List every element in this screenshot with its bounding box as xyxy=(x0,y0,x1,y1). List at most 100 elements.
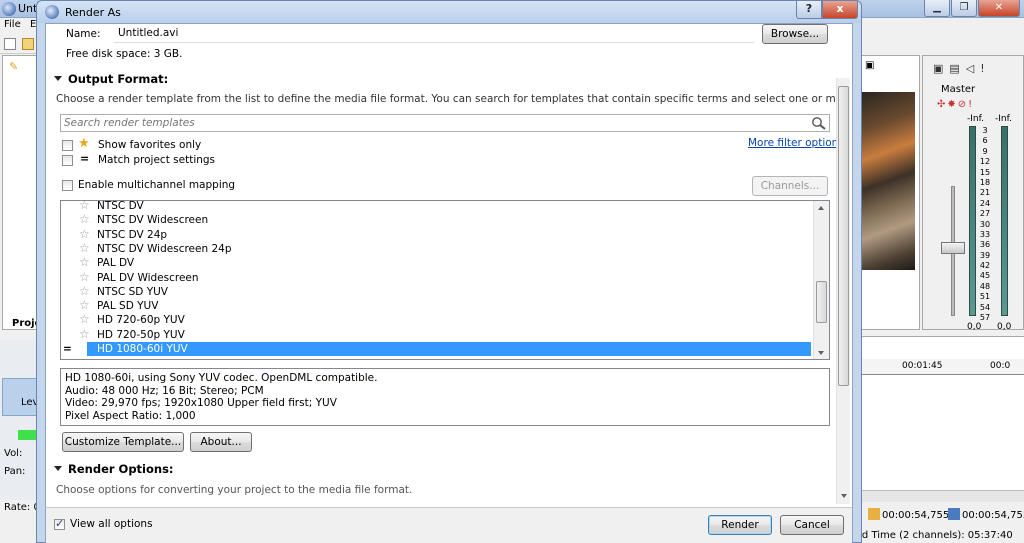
cancel-button[interactable]: Cancel xyxy=(780,515,844,535)
dialog-scroll-down-icon[interactable] xyxy=(841,494,847,498)
app-maximize-button[interactable]: ❐ xyxy=(951,0,977,17)
dialog-titlebar[interactable]: Render As ? x xyxy=(37,1,861,23)
template-info-line: Pixel Aspect Ratio: 1,000 xyxy=(65,409,196,422)
render-options-header[interactable]: Render Options: xyxy=(68,462,174,476)
dialog-footer: View all options Render Cancel xyxy=(45,507,853,543)
customize-template-button[interactable]: Customize Template... xyxy=(62,432,184,452)
template-item[interactable]: ☆ NTSC SD YUV xyxy=(61,284,811,299)
favorites-star-icon: ✎ xyxy=(9,60,19,73)
template-item[interactable]: ☆ NTSC DV 24p xyxy=(61,227,811,242)
menu-file[interactable]: File xyxy=(4,19,21,30)
help-button[interactable]: ? xyxy=(796,1,822,19)
timeline-ruler[interactable]: 00:01:45 00:0 xyxy=(858,359,1024,375)
meter-left-value: 0,0 xyxy=(967,322,982,332)
open-folder-icon[interactable] xyxy=(22,38,34,50)
favorite-star-icon[interactable]: ☆ xyxy=(79,241,90,255)
meter-left-peak: -Inf. xyxy=(967,114,984,124)
preview-settings-icon[interactable]: ▣ xyxy=(865,60,874,71)
volume-label: Vol: xyxy=(4,448,23,459)
selection-length-icon xyxy=(948,508,960,520)
template-item[interactable]: ☆ HD 720-60p YUV xyxy=(61,313,811,327)
template-item[interactable]: = HD 1080-60i YUV xyxy=(63,342,811,357)
favorite-star-icon[interactable]: ☆ xyxy=(79,256,90,269)
template-name: PAL SD YUV xyxy=(97,300,159,313)
favorite-star-icon[interactable]: ☆ xyxy=(79,327,90,341)
more-filter-options-link[interactable]: More filter options xyxy=(748,137,844,149)
template-name: HD 720-60p YUV xyxy=(97,314,185,327)
search-icon[interactable] xyxy=(811,116,827,130)
favorite-star-icon[interactable]: ☆ xyxy=(79,284,90,298)
output-format-header[interactable]: Output Format: xyxy=(68,72,168,86)
template-list-scrollbar[interactable] xyxy=(813,201,829,359)
record-time-status: rd Time (2 channels): 05:37:40 xyxy=(858,530,1013,541)
master-fader-knob[interactable] xyxy=(941,242,965,254)
favorite-star-icon[interactable]: ☆ xyxy=(79,213,90,226)
render-button[interactable]: Render xyxy=(708,515,772,535)
favorite-star-icon[interactable]: ☆ xyxy=(79,201,90,212)
app-close-button[interactable]: ✕ xyxy=(978,0,1020,17)
dialog-title: Render As xyxy=(65,6,121,19)
video-track-header[interactable]: Leve xyxy=(2,378,45,416)
meter-scale: 3 6 9 12 15 18 21 24 27 30 33 36 39 42 45 48 51 54 57 xyxy=(975,126,995,323)
meter-scale-tick: 9 xyxy=(982,146,988,156)
dialog-scrollbar[interactable] xyxy=(836,78,850,504)
template-name: NTSC SD YUV xyxy=(97,285,168,298)
favorite-star-icon[interactable]: ☆ xyxy=(79,313,90,326)
match-project-label[interactable]: Match project settings xyxy=(98,154,215,166)
scroll-thumb[interactable] xyxy=(816,281,827,323)
channels-button[interactable]: Channels... xyxy=(752,176,828,196)
meter-right xyxy=(1001,126,1008,316)
template-item[interactable]: ☆ PAL DV xyxy=(61,256,811,270)
master-bus-mixer: ▣▤◁! Master ✣✸⊘! -Inf. -Inf. 3 6 9 12 15 18 21… xyxy=(922,55,1024,332)
scroll-down-arrow-icon[interactable] xyxy=(818,351,824,355)
new-file-icon[interactable] xyxy=(4,38,16,50)
preview-toolbar: ▣ xyxy=(859,58,921,78)
mixer-fx-icons[interactable]: ✣✸⊘! xyxy=(937,99,974,110)
meter-right-value: 0,0 xyxy=(997,322,1012,332)
template-item[interactable]: ☆ PAL DV Widescreen xyxy=(61,270,811,285)
meter-scale-tick: 36 xyxy=(979,240,991,250)
meter-scale-tick: 51 xyxy=(979,292,991,302)
meter-scale-tick: 24 xyxy=(979,198,991,208)
favorite-star-icon[interactable]: ☆ xyxy=(79,227,90,241)
dialog-app-icon xyxy=(45,5,59,19)
template-name: HD 1080-60i YUV xyxy=(97,343,188,355)
collapse-output-format-icon[interactable] xyxy=(54,76,62,81)
multichannel-label[interactable]: Enable multichannel mapping xyxy=(78,179,235,191)
template-item[interactable]: ☆ NTSC DV Widescreen 24p xyxy=(61,241,811,256)
favorite-star-icon[interactable]: ☆ xyxy=(79,270,90,284)
template-item[interactable]: ☆ PAL SD YUV xyxy=(61,299,811,313)
render-template-list[interactable]: ☆ NTSC DV ☆ NTSC DV Widescreen ☆ NTSC DV 24p ☆… xyxy=(60,200,830,360)
multichannel-checkbox[interactable] xyxy=(62,180,73,191)
template-item[interactable]: ☆ NTSC DV xyxy=(61,201,811,213)
close-button[interactable]: x xyxy=(822,1,858,19)
about-button[interactable]: About... xyxy=(190,432,252,452)
match-project-checkbox[interactable] xyxy=(62,155,73,166)
app-logo-icon xyxy=(2,2,16,16)
template-item[interactable]: ☆ HD 720-50p YUV xyxy=(61,327,811,342)
render-as-dialog: Render As ? x Name: Untitled.avi Browse.… xyxy=(36,0,862,543)
scroll-up-arrow-icon[interactable] xyxy=(818,206,824,210)
output-format-description: Choose a render template from the list t… xyxy=(56,93,846,105)
favorite-star-icon[interactable]: ☆ xyxy=(79,299,90,312)
show-favorites-label[interactable]: Show favorites only xyxy=(98,139,201,151)
template-item[interactable]: ☆ NTSC DV Widescreen xyxy=(61,213,811,227)
collapse-render-options-icon[interactable] xyxy=(54,466,62,471)
template-name: NTSC DV Widescreen 24p xyxy=(97,242,232,255)
search-input[interactable] xyxy=(64,117,784,129)
search-templates-box[interactable] xyxy=(60,114,830,132)
meter-scale-tick: 48 xyxy=(979,281,991,291)
show-favorites-checkbox[interactable] xyxy=(62,140,73,151)
meter-scale-tick: 18 xyxy=(979,177,991,187)
view-all-options-checkbox[interactable] xyxy=(54,517,65,530)
view-all-options-label[interactable]: View all options xyxy=(70,518,153,530)
mixer-toolbar-icons[interactable]: ▣▤◁! xyxy=(933,62,991,75)
file-name-field[interactable]: Untitled.avi xyxy=(114,25,754,43)
app-minimize-button[interactable]: ▁ xyxy=(924,0,950,17)
timeline-horizontal-scrollbar[interactable] xyxy=(858,490,1024,502)
track-level-indicator xyxy=(18,430,38,440)
dialog-scroll-thumb[interactable] xyxy=(838,86,849,386)
browse-button[interactable]: Browse... xyxy=(762,24,828,44)
template-name: PAL DV Widescreen xyxy=(97,271,199,284)
template-description-box: HD 1080-60i, using Sony YUV codec. OpenD… xyxy=(60,368,830,426)
